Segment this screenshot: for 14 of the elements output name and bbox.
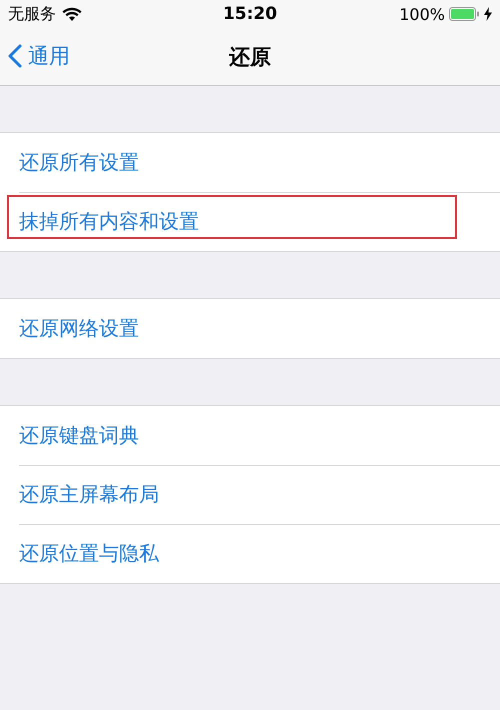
battery-percent: 100% <box>399 4 445 24</box>
settings-item[interactable]: 抹掉所有内容和设置 <box>19 208 199 235</box>
carrier-text: 无服务 <box>8 4 56 24</box>
back-chevron-icon <box>8 44 22 68</box>
back-button[interactable]: 通用 <box>8 38 70 74</box>
settings-item[interactable]: 还原所有设置 <box>19 149 139 176</box>
settings-item[interactable]: 还原位置与隐私 <box>19 540 159 567</box>
clock-time: 15:20 <box>222 4 278 24</box>
settings-item[interactable]: 还原网络设置 <box>19 315 139 342</box>
wifi-icon <box>62 6 82 22</box>
page-title: 还原 <box>229 44 271 70</box>
battery-icon <box>449 7 480 21</box>
settings-item[interactable]: 还原键盘词典 <box>19 422 139 449</box>
settings-item[interactable]: 还原主屏幕布局 <box>19 481 159 508</box>
